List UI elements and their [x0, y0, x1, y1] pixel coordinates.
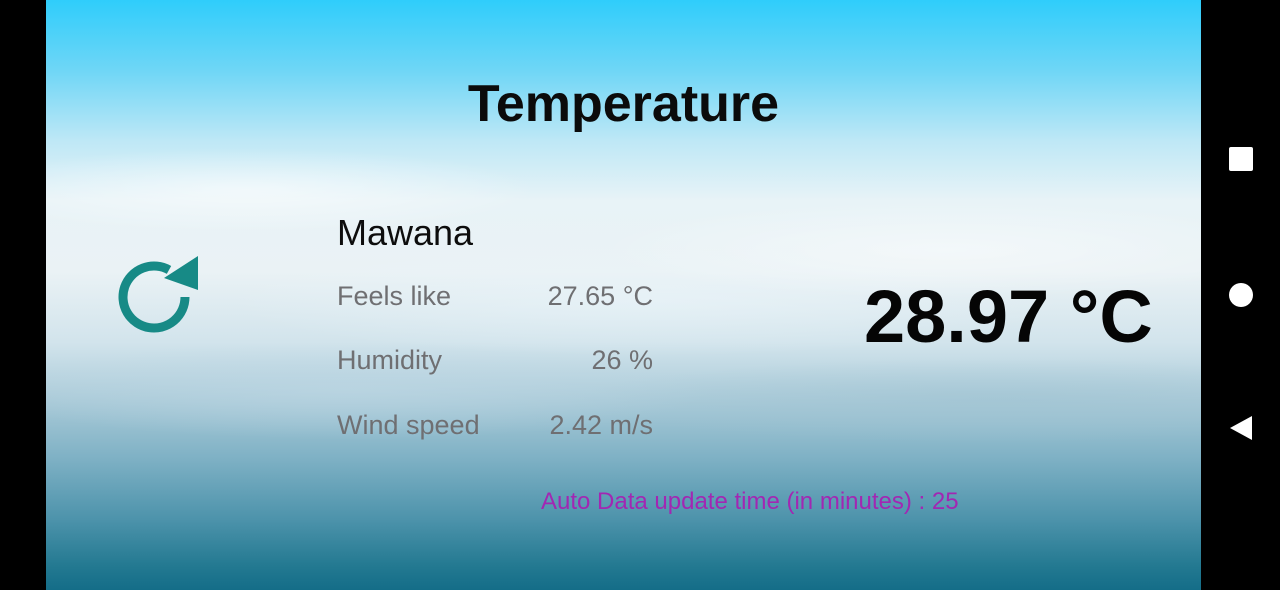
weather-app: Temperature Mawana Feels like 27.65 °C H…: [46, 0, 1201, 590]
back-button[interactable]: [1201, 398, 1280, 458]
feels-like-label: Feels like: [337, 281, 452, 311]
refresh-icon: [118, 256, 198, 333]
auto-update-text: Auto Data update time (in minutes) : 25: [541, 488, 959, 515]
home-button[interactable]: [1201, 265, 1280, 325]
square-icon: [1228, 147, 1253, 171]
device-screen: Temperature Mawana Feels like 27.65 °C H…: [0, 0, 1280, 590]
humidity-label: Humidity: [337, 345, 443, 375]
humidity-value: 26 %: [591, 345, 653, 375]
recent-apps-button[interactable]: [1201, 129, 1280, 189]
triangle-back-icon: [1229, 416, 1252, 440]
android-nav-bar: [1201, 0, 1280, 590]
wind-speed-value: 2.42 m/s: [549, 410, 653, 440]
refresh-button[interactable]: [112, 252, 202, 342]
feels-like-value: 27.65 °C: [547, 281, 653, 311]
page-title: Temperature: [467, 75, 780, 133]
current-temperature: 28.97 °C: [864, 275, 1153, 358]
circle-icon: [1228, 283, 1253, 307]
wind-speed-label: Wind speed: [337, 410, 480, 440]
city-name: Mawana: [337, 212, 474, 253]
